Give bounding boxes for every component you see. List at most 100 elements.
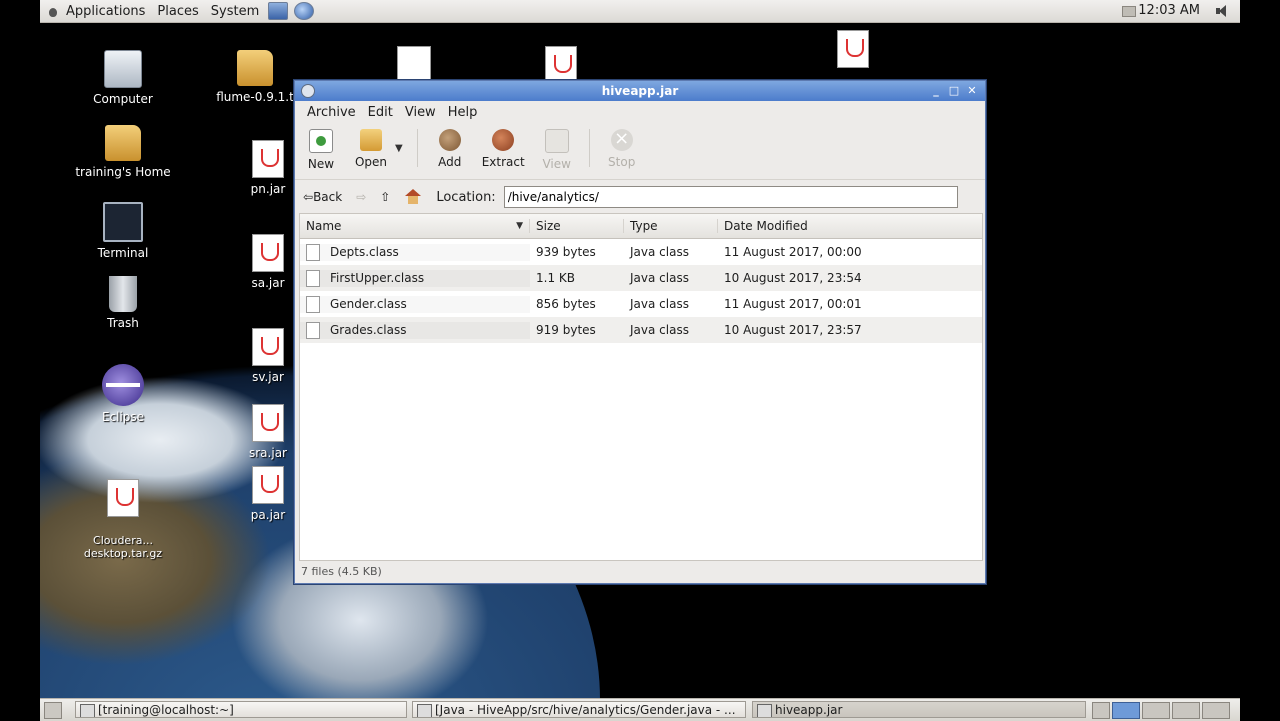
task-terminal[interactable]: [training@localhost:~] [75, 701, 407, 718]
launcher-monitor-icon[interactable] [268, 2, 289, 20]
view-button[interactable]: View [539, 129, 575, 171]
workspace-2[interactable] [1142, 702, 1170, 719]
table-row[interactable]: FirstUpper.class 1.1 KB Java class 10 Au… [300, 265, 982, 291]
column-header-size[interactable]: Size [530, 219, 624, 233]
volume-icon[interactable] [1214, 3, 1230, 19]
desktop-icon-home[interactable]: training's Home [73, 125, 173, 179]
file-type: Java class [630, 297, 689, 311]
desktop-icon-hiveapp-jar[interactable] [803, 30, 903, 72]
forward-arrow-icon: ⇨ [356, 190, 367, 204]
desktop-icon-label: flume-0.9.1.t [216, 90, 294, 104]
task-eclipse[interactable]: [Java - HiveApp/src/hive/analytics/Gende… [412, 701, 746, 718]
bottom-panel: [training@localhost:~] [Java - HiveApp/s… [40, 698, 1240, 721]
table-row[interactable]: Gender.class 856 bytes Java class 11 Aug… [300, 291, 982, 317]
toolbar-separator [588, 129, 590, 167]
clock[interactable]: 12:03 AM [1138, 0, 1200, 22]
terminal-icon [80, 704, 95, 717]
close-button[interactable]: ✕ [965, 84, 979, 98]
desktop-icon-label: Eclipse [101, 410, 145, 424]
table-row[interactable]: Depts.class 939 bytes Java class 11 Augu… [300, 239, 982, 265]
eclipse-icon [102, 364, 144, 406]
task-archive-manager[interactable]: hiveapp.jar [752, 701, 1086, 718]
file-type: Java class [630, 323, 689, 337]
network-icon[interactable] [1122, 6, 1136, 17]
menu-help[interactable]: Help [442, 105, 484, 120]
open-button[interactable]: Open [353, 129, 389, 169]
new-button[interactable]: New [303, 129, 339, 171]
java-archive-icon [107, 479, 139, 517]
show-desktop-button[interactable] [44, 702, 62, 719]
top-panel: Applications Places System 12:03 AM [40, 0, 1240, 23]
column-header-type[interactable]: Type [624, 219, 718, 233]
new-archive-icon [309, 129, 333, 153]
file-date: 11 August 2017, 00:00 [724, 245, 862, 259]
system-menu[interactable]: System [205, 0, 265, 22]
home-button[interactable] [404, 189, 422, 205]
desktop-icon-label: Computer [93, 92, 153, 106]
desktop-icon-eclipse[interactable]: Eclipse [73, 364, 173, 424]
desktop-icon-terminal[interactable]: Terminal [73, 202, 173, 260]
column-header-date[interactable]: Date Modified [718, 219, 982, 233]
class-file-icon [306, 243, 320, 261]
window-titlebar[interactable]: hiveapp.jar _ □ ✕ [295, 81, 985, 101]
extract-button[interactable]: Extract [482, 129, 525, 169]
file-list[interactable]: Name ▼ Size Type Date Modified Depts.cla… [299, 213, 983, 561]
file-name: Depts.class [330, 245, 399, 259]
desktop-icon-cloudera[interactable]: Cloudera... desktop.tar.gz [73, 466, 173, 573]
table-row[interactable]: Grades.class 919 bytes Java class 10 Aug… [300, 317, 982, 343]
toolbar: New Open ▼ Add Extract View Stop [295, 123, 985, 180]
workspace-1[interactable] [1112, 702, 1140, 719]
terminal-icon [103, 202, 143, 242]
menu-view[interactable]: View [399, 105, 442, 120]
up-arrow-icon: ⇧ [380, 190, 391, 204]
column-header-name[interactable]: Name ▼ [300, 219, 530, 233]
toolbar-separator [416, 129, 418, 167]
gnome-foot-icon [46, 4, 60, 18]
back-button[interactable]: ⇦ Back [303, 190, 342, 204]
java-archive-icon [252, 234, 284, 272]
stop-button[interactable]: Stop [604, 128, 640, 169]
workspace-3[interactable] [1172, 702, 1200, 719]
java-archive-icon [252, 404, 284, 442]
java-archive-icon [252, 328, 284, 366]
location-bar: ⇦ Back ⇨ ⇧ Location: [295, 180, 985, 214]
menu-edit[interactable]: Edit [362, 105, 399, 120]
add-button[interactable]: Add [432, 129, 468, 169]
trash-icon [109, 276, 137, 312]
home-icon [404, 189, 422, 205]
desktop-icon-computer[interactable]: Computer [73, 50, 173, 106]
file-type: Java class [630, 271, 689, 285]
file-name: FirstUpper.class [330, 271, 425, 285]
up-button[interactable]: ⇧ [380, 190, 390, 204]
menu-archive[interactable]: Archive [301, 105, 362, 120]
applications-menu[interactable]: Applications [40, 0, 151, 22]
workspace-4[interactable] [1202, 702, 1230, 719]
window-menu-icon[interactable] [301, 84, 315, 98]
file-date: 10 August 2017, 23:57 [724, 323, 862, 337]
class-file-icon [306, 269, 320, 287]
stop-icon [610, 128, 633, 151]
desktop-icon-trash[interactable]: Trash [73, 276, 173, 330]
location-input[interactable] [503, 186, 958, 208]
maximize-button[interactable]: □ [947, 84, 961, 98]
file-date: 11 August 2017, 00:01 [724, 297, 862, 311]
add-files-icon [438, 129, 461, 151]
location-label: Location: [436, 189, 496, 205]
trash-applet-icon[interactable] [1092, 702, 1110, 719]
open-folder-icon [360, 129, 382, 151]
home-folder-icon [105, 125, 141, 161]
file-name: Gender.class [330, 297, 407, 311]
minimize-button[interactable]: _ [929, 84, 943, 98]
desktop-icon-flume[interactable]: flume-0.9.1.t [205, 50, 305, 104]
file-size: 1.1 KB [536, 271, 575, 285]
open-recent-dropdown[interactable]: ▼ [395, 143, 403, 154]
forward-button[interactable]: ⇨ [356, 190, 366, 204]
file-type: Java class [630, 245, 689, 259]
text-file-icon [397, 46, 431, 84]
archive-icon [757, 704, 772, 717]
class-file-icon [306, 321, 320, 339]
desktop-icon-label: Cloudera... desktop.tar.gz [83, 534, 163, 560]
launcher-browser-icon[interactable] [294, 2, 315, 20]
places-menu[interactable]: Places [151, 0, 204, 22]
class-file-icon [306, 295, 320, 313]
